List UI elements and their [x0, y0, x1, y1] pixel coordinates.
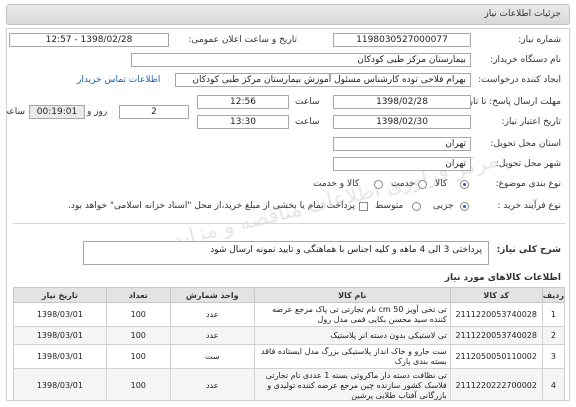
row-date: 1398/03/01 [13, 344, 107, 369]
category-label: نوع بندی موضوع: [495, 179, 561, 189]
page-header: جزئیات اطلاعات نیاز [6, 4, 570, 25]
column-header-code: کد کالا [449, 287, 543, 303]
description-box: پرداختی 3 الی 4 ماهه و کلیه اجناس با هما… [83, 241, 489, 265]
column-header-unit: واحد شمارش [169, 287, 255, 303]
send-deadline-time: 12:56 [197, 95, 289, 109]
category-both-label: کالا و خدمت [313, 179, 360, 189]
table-row[interactable]: 1 2111220053740028 تی تخی آویز 50 cm نام… [13, 302, 566, 327]
send-deadline-label: مهلت ارسال پاسخ: تا تاریخ: [457, 97, 561, 107]
goods-table-header: ردیف کد کالا نام کالا واحد شمارش تعداد ت… [13, 287, 566, 303]
row-name: ست جارو و خاک انداز پلاستیکی بزرگ مدل ای… [253, 344, 451, 369]
row-index: 2 [541, 326, 566, 345]
purchase-minor-radio[interactable] [460, 202, 469, 211]
table-row[interactable]: 2 2111220053740028 تی لاستیکی بدون دسته … [13, 326, 566, 345]
row-unit: عدد [169, 326, 255, 345]
category-goods-label: کالا [435, 179, 448, 189]
column-header-index: ردیف [541, 287, 566, 303]
buyer-label: نام دستگاه خریدار: [490, 55, 561, 65]
row-date: 1398/03/01 [13, 326, 107, 345]
row-unit: عدد [169, 368, 255, 400]
row-index: 4 [541, 368, 566, 400]
row-code: 2111220053740028 [449, 302, 543, 327]
row-index: 1 [541, 302, 566, 327]
row-index: 3 [541, 344, 566, 369]
send-deadline-date: 1398/02/28 [333, 95, 471, 109]
column-header-date: تاریخ نیاز [13, 287, 107, 303]
purchase-medium-radio[interactable] [412, 202, 421, 211]
row-date: 1398/03/01 [13, 302, 107, 327]
row-code: 2112050050110002 [449, 344, 543, 369]
announce-field: 1398/02/28 - 12:57 [9, 33, 169, 47]
buyer-contact-link[interactable]: اطلاعات تماس خریدار [77, 75, 160, 85]
row-date: 1398/03/01 [13, 368, 107, 400]
remaining-days-label: روز و [87, 107, 108, 117]
row-qty: 100 [105, 344, 171, 369]
goods-section-title: اطلاعات کالاهای مورد نیاز [444, 273, 561, 283]
purchase-medium-label: متوسط [375, 201, 404, 211]
treasury-note: پرداخت تمام یا بخشی از مبلغ خرید،از محل … [67, 201, 355, 211]
province-label: استان محل تحویل: [490, 139, 561, 149]
category-goods-radio[interactable] [460, 180, 469, 189]
column-header-name: نام کالا [253, 287, 451, 303]
column-header-qty: تعداد [105, 287, 171, 303]
province-field: تهران [333, 137, 471, 151]
remaining-days-field: 2 [119, 105, 189, 119]
details-panel: مرکز فراوری اطلاعات مناقصه و مزایده شمار… [6, 28, 570, 401]
need-number-label: شماره نیاز: [518, 35, 561, 45]
validity-time: 13:30 [197, 115, 289, 129]
send-deadline-time-label: ساعت [295, 97, 320, 107]
row-name: تی تخی آویز 50 cm نام تجارتی تی پاک مرجع… [253, 302, 451, 327]
category-service-label: خدمت [391, 179, 415, 189]
creator-field: بهرام فلاحی توده کارشناس مسئول آموزش بیم… [175, 73, 471, 87]
description-label: شرح کلی نیاز: [496, 245, 561, 255]
page-title: جزئیات اطلاعات نیاز [484, 9, 561, 19]
row-name: تی نظافت دسته دار ماکروتی بسته 1 عددی نا… [253, 368, 451, 400]
creator-label: ایجاد کننده درخواست: [478, 75, 561, 85]
row-name: تی لاستیکی بدون دسته انر پلاستیک [253, 326, 451, 345]
category-both-radio[interactable] [374, 180, 383, 189]
row-unit: عدد [169, 302, 255, 327]
city-field: تهران [333, 157, 471, 171]
table-row[interactable]: 4 2111220222700002 تی نظافت دسته دار ماک… [13, 368, 566, 400]
category-service-radio[interactable] [418, 180, 427, 189]
need-number-field: 1198030527000077 [333, 33, 471, 47]
treasury-checkbox[interactable] [359, 202, 368, 211]
buyer-field: بیمارستان مرکز طبی کودکان [131, 53, 471, 67]
purchase-type-label: نوع فرآیند خرید : [497, 201, 561, 211]
row-code: 2111220222700002 [449, 368, 543, 400]
remaining-time-label: ساعت باقی مانده [7, 107, 25, 117]
validity-date: 1398/02/30 [333, 115, 471, 129]
divider [13, 223, 565, 224]
validity-time-label: ساعت [295, 117, 320, 127]
table-row[interactable]: 3 2112050050110002 ست جارو و خاک انداز پ… [13, 344, 566, 369]
validity-label: تاریخ اعتبار نیاز: [501, 117, 561, 127]
goods-table: ردیف کد کالا نام کالا واحد شمارش تعداد ت… [13, 287, 566, 400]
row-qty: 100 [105, 326, 171, 345]
purchase-minor-label: جزیی [433, 201, 454, 211]
row-code: 2111220053740028 [449, 326, 543, 345]
remaining-time-field: 00:19:01 [29, 105, 85, 119]
row-qty: 100 [105, 368, 171, 400]
row-qty: 100 [105, 302, 171, 327]
city-label: شهر محل تحویل: [495, 159, 561, 169]
announce-label: تاریخ و ساعت اعلان عمومی: [188, 35, 297, 45]
row-unit: ست [169, 344, 255, 369]
